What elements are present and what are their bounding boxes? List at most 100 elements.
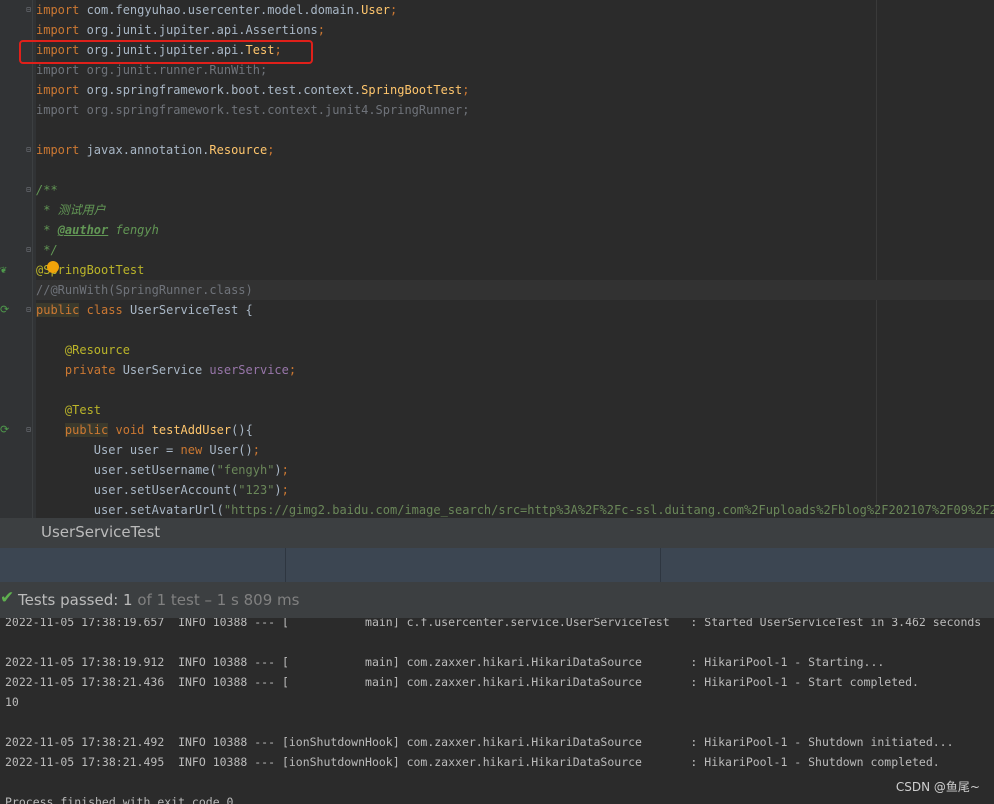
code-token: ; — [288, 363, 297, 377]
intention-bulb-icon[interactable] — [47, 261, 59, 273]
code-line[interactable]: //@RunWith(SpringRunner.class) — [36, 280, 253, 300]
code-token: /** — [36, 183, 58, 197]
fold-icon[interactable]: ⊟ — [24, 305, 33, 314]
code-line[interactable]: import org.springframework.boot.test.con… — [36, 80, 470, 100]
code-token: class — [86, 303, 123, 317]
code-token: (){ — [231, 423, 253, 437]
code-line[interactable]: import org.springframework.test.context.… — [36, 100, 469, 120]
code-line[interactable]: public class UserServiceTest { — [36, 300, 253, 320]
code-token: user.setAvatarUrl( — [36, 503, 224, 517]
code-token: UserService — [115, 363, 210, 377]
run-panel-header: UserServiceTest — [0, 518, 994, 548]
code-token: new — [180, 443, 203, 457]
code-line[interactable]: */ — [36, 240, 57, 260]
code-token: org.springframework.boot.test.context. — [79, 83, 362, 97]
code-line[interactable]: user.setUsername("fengyh"); — [36, 460, 289, 480]
code-token: ) — [274, 483, 282, 497]
toolbar-divider[interactable] — [660, 548, 661, 582]
code-token: * — [36, 223, 58, 237]
code-token: import — [36, 3, 80, 17]
code-line[interactable]: import org.junit.jupiter.api.Assertions; — [36, 20, 325, 40]
code-token: ) — [274, 463, 282, 477]
code-token: ; — [462, 83, 470, 97]
console-line: 10 — [5, 695, 19, 709]
fold-icon[interactable]: ⊟ — [24, 245, 33, 254]
code-token: user.setUsername( — [36, 463, 217, 477]
gutter-divider — [32, 0, 33, 518]
check-icon: ✔ — [0, 588, 15, 608]
code-line[interactable]: import javax.annotation.Resource; — [36, 140, 274, 160]
highlight-annotation-box — [19, 40, 313, 64]
code-token: org.junit.jupiter.api.Assertions — [79, 23, 318, 37]
code-token: ; — [281, 483, 289, 497]
code-token: ; — [281, 463, 289, 477]
code-token: ; — [390, 3, 398, 17]
toolbar-divider[interactable] — [285, 548, 286, 582]
code-line[interactable]: public void testAddUser(){ — [36, 420, 253, 440]
code-editor[interactable]: import com.fengyuhao.usercenter.model.do… — [0, 0, 994, 518]
status-detail: of 1 test – 1 s 809 ms — [132, 591, 300, 609]
code-token: import — [36, 23, 80, 37]
code-token: import — [36, 83, 80, 97]
console-line: 2022-11-05 17:38:21.495 INFO 10388 --- [… — [5, 755, 940, 769]
code-line[interactable]: /** — [36, 180, 58, 200]
code-token: import — [36, 143, 80, 157]
code-line[interactable]: * @author fengyh — [36, 220, 159, 240]
code-token: SpringBootTest — [361, 83, 463, 97]
code-token: user.setUserAccount( — [36, 483, 239, 497]
fold-icon[interactable]: ⊟ — [24, 145, 33, 154]
code-token: import org.junit.runner.RunWith; — [36, 63, 268, 77]
fold-icon[interactable]: ⊟ — [24, 185, 33, 194]
code-token: @author — [57, 223, 109, 237]
code-token: User user = — [36, 443, 181, 457]
watermark: CSDN @鱼尾~ — [895, 780, 980, 794]
code-token: * 测试用户 — [36, 203, 106, 217]
console-line: 2022-11-05 17:38:21.436 INFO 10388 --- [… — [5, 675, 919, 689]
run-test-icon[interactable]: ⟳ — [0, 304, 12, 316]
code-line[interactable]: import com.fengyuhao.usercenter.model.do… — [36, 0, 397, 20]
editor-gutter[interactable] — [0, 0, 36, 518]
code-line[interactable]: private UserService userService; — [36, 360, 296, 380]
code-token: public — [64, 423, 109, 437]
code-token: javax.annotation. — [79, 143, 210, 157]
code-token: testAddUser — [151, 423, 232, 437]
console-line: 2022-11-05 17:38:21.492 INFO 10388 --- [… — [5, 735, 954, 749]
code-line[interactable]: user.setAvatarUrl("https://gimg2.baidu.c… — [36, 500, 994, 518]
code-line[interactable]: @Test — [36, 400, 101, 420]
fold-icon[interactable]: ⊟ — [24, 5, 33, 14]
code-token: void — [115, 423, 145, 437]
fold-icon[interactable]: ⊟ — [24, 425, 33, 434]
right-margin-guide — [876, 0, 877, 518]
run-toolbar — [0, 548, 994, 582]
code-token: "https://gimg2.baidu.com/image_search/sr… — [223, 503, 994, 517]
console-output[interactable]: 2022-11-05 17:38:19.657 INFO 10388 --- [… — [0, 612, 994, 804]
code-line[interactable]: @Resource — [36, 340, 130, 360]
code-token: ; — [317, 23, 326, 37]
console-line: Process finished with exit code 0 — [5, 795, 234, 804]
code-token: User() — [202, 443, 253, 457]
code-line[interactable]: User user = new User(); — [36, 440, 260, 460]
code-line[interactable]: * 测试用户 — [36, 200, 106, 220]
test-status-text: Tests passed: 1 of 1 test – 1 s 809 ms — [18, 591, 299, 609]
code-token: com.fengyuhao.usercenter.model.domain. — [79, 3, 362, 17]
run-panel-title[interactable]: UserServiceTest — [41, 523, 160, 541]
status-label: Tests passed: — [18, 591, 124, 609]
code-token: "123" — [238, 483, 275, 497]
code-token: //@RunWith(SpringRunner.class) — [36, 283, 253, 297]
spring-bean-icon[interactable]: ❦ — [0, 264, 12, 276]
code-token: userService — [209, 363, 289, 377]
code-token: ; — [252, 443, 260, 457]
code-token: @Test — [64, 403, 102, 417]
code-line[interactable]: user.setUserAccount("123"); — [36, 480, 289, 500]
code-token: fengyh — [108, 223, 159, 237]
run-test-icon[interactable]: ⟳ — [0, 424, 12, 436]
code-token: @Resource — [64, 343, 130, 357]
code-token: ; — [267, 143, 275, 157]
code-token: "fengyh" — [216, 463, 275, 477]
